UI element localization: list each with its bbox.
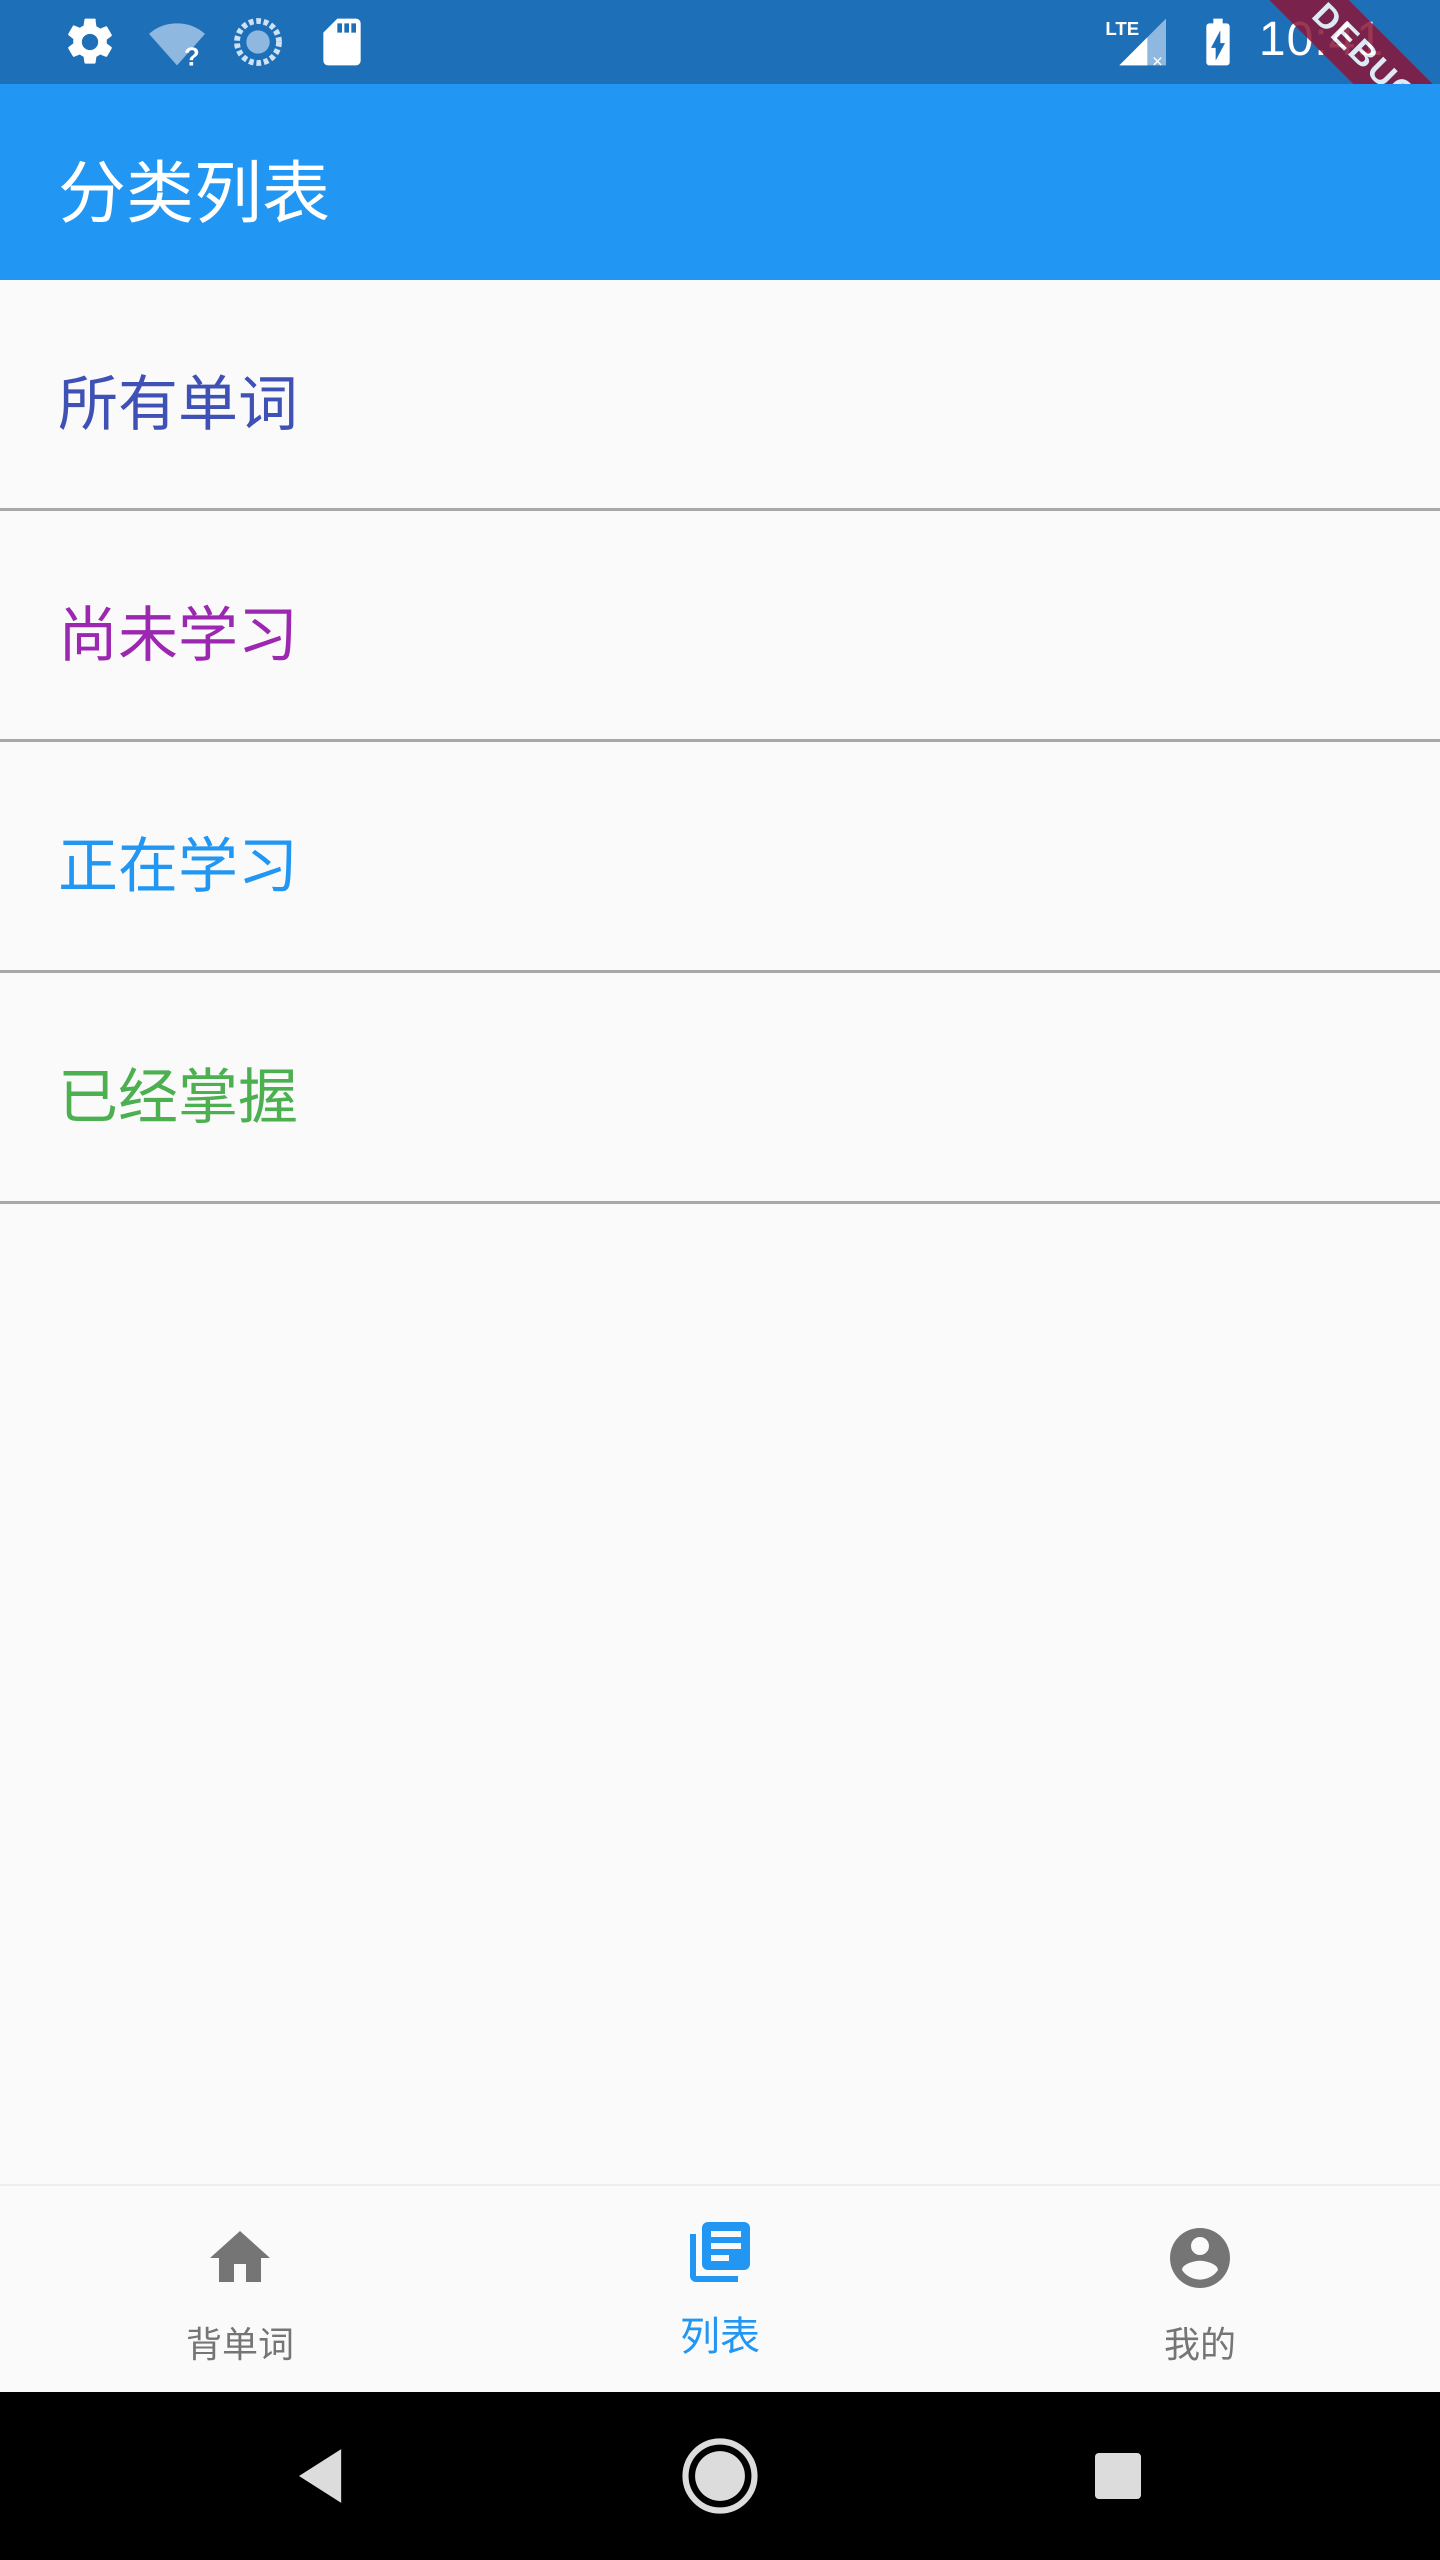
- category-list: 所有单词 尚未学习 正在学习 已经掌握: [0, 280, 1440, 1204]
- nav-item-study[interactable]: 背单词: [0, 2186, 480, 2394]
- sd-card-icon: [323, 18, 361, 66]
- status-bar: ? LTE × 10:41 DEBUG: [0, 0, 1440, 193]
- screen: ? LTE × 10:41 DEBUG 分类列表 所有单词 尚未学习: [0, 0, 1440, 2560]
- recents-icon[interactable]: [1072, 2430, 1164, 2522]
- category-label: 已经掌握: [58, 1063, 298, 1133]
- page-title: 分类列表: [58, 155, 331, 234]
- category-label: 尚未学习: [58, 601, 298, 671]
- category-label: 所有单词: [58, 370, 298, 440]
- gear-icon: [68, 18, 112, 64]
- wifi-unknown-icon: ?: [149, 23, 205, 70]
- category-item-learning[interactable]: 正在学习: [0, 742, 1440, 973]
- nav-label: 我的: [1163, 2325, 1236, 2366]
- sync-icon: [234, 18, 282, 66]
- bottom-nav: 背单词 列表 我的: [0, 2184, 1440, 2392]
- home-circle-icon[interactable]: [674, 2430, 766, 2522]
- category-label: 正在学习: [58, 832, 298, 902]
- home-icon: [210, 2231, 270, 2282]
- svg-text:?: ?: [184, 43, 200, 70]
- category-item-all-words[interactable]: 所有单词: [0, 280, 1440, 511]
- nav-item-list[interactable]: 列表: [480, 2186, 960, 2394]
- svg-text:×: ×: [1152, 51, 1163, 70]
- app-bar: 分类列表: [0, 84, 1440, 280]
- lte-signal-icon: LTE ×: [1105, 18, 1166, 70]
- lte-label: LTE: [1105, 18, 1139, 39]
- library-books-icon: [690, 2222, 750, 2282]
- battery-charging-icon: [1206, 18, 1230, 66]
- nav-label: 列表: [680, 2314, 760, 2360]
- account-circle-icon: [1170, 2228, 1230, 2288]
- category-item-not-learned[interactable]: 尚未学习: [0, 511, 1440, 742]
- back-icon[interactable]: [276, 2430, 368, 2522]
- category-item-mastered[interactable]: 已经掌握: [0, 973, 1440, 1204]
- system-nav-bar: [0, 2392, 1440, 2560]
- nav-label: 背单词: [185, 2325, 294, 2366]
- nav-item-profile[interactable]: 我的: [960, 2186, 1440, 2394]
